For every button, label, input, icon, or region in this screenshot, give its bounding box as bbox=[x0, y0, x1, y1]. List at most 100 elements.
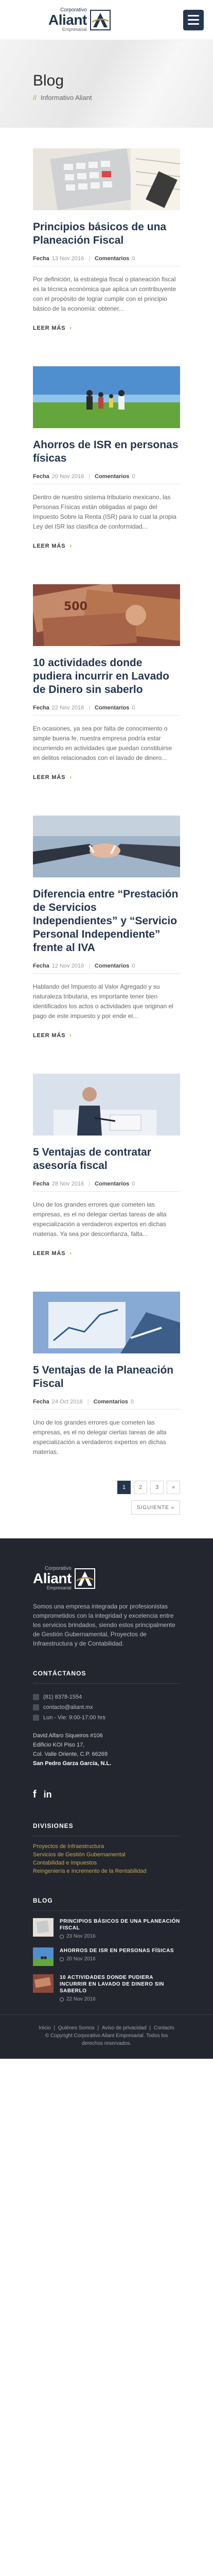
comments-label: Comentarios bbox=[95, 1181, 130, 1187]
post-title[interactable]: Ahorros de ISR en personas físicas bbox=[33, 438, 180, 465]
post-meta: Fecha 22 Nov 2016 | Comentarios 0 bbox=[33, 705, 180, 716]
recent-post[interactable]: AHORROS DE ISR EN PERSONAS FÍSICAS 20 No… bbox=[33, 1947, 180, 1966]
menu-bar-icon bbox=[188, 23, 199, 25]
blog-post: 500 10 actividades donde pudiera incurri… bbox=[33, 584, 180, 782]
footer-link-home[interactable]: Inicio bbox=[39, 2025, 50, 2031]
date-label: Fecha bbox=[33, 256, 49, 262]
division-link[interactable]: Contabilidad e Impuestos bbox=[33, 1859, 180, 1867]
post-meta: Fecha 13 Nov 2016 | Comentarios 0 bbox=[33, 256, 180, 266]
post-excerpt: Dentro de nuestro sistema tributario mex… bbox=[33, 494, 176, 530]
phone-icon bbox=[33, 1694, 39, 1700]
recent-post-title: 10 ACTIVIDADES DONDE PUDIERA INCURRIR EN… bbox=[60, 1975, 164, 1994]
menu-button[interactable] bbox=[183, 9, 204, 30]
post-title[interactable]: Principios básicos de una Planeación Fis… bbox=[33, 221, 180, 247]
logo-sub-text: Empresarial bbox=[62, 27, 87, 32]
linkedin-icon[interactable]: in bbox=[44, 1789, 52, 1800]
post-meta: Fecha 24 Oct 2016 | Comentarios 0 bbox=[33, 1399, 180, 1410]
date-label: Fecha bbox=[33, 963, 49, 969]
post-excerpt: Hablando del Impuesto al Valor Agregado … bbox=[33, 983, 173, 1020]
site-logo[interactable]: Corporativo Aliant Empresarial bbox=[48, 8, 111, 32]
read-more-link[interactable]: LEER MÁS › bbox=[33, 1032, 72, 1039]
recent-post-title: AHORROS DE ISR EN PERSONAS FÍSICAS bbox=[60, 1948, 174, 1954]
post-title[interactable]: 5 Ventajas de la Planeación Fiscal bbox=[33, 1364, 180, 1391]
post-date: 20 Nov 2016 bbox=[51, 473, 84, 480]
post-date: 22 Nov 2016 bbox=[51, 705, 84, 711]
post-image-banknotes[interactable]: 500 bbox=[33, 584, 180, 646]
post-meta: Fecha 12 Nov 2016 | Comentarios 0 bbox=[33, 963, 180, 974]
pagination: 1 2 3 » bbox=[0, 1481, 213, 1494]
footer-logo-mark-icon bbox=[74, 1568, 95, 1589]
comments-label: Comentarios bbox=[95, 963, 130, 969]
contact-phone[interactable]: (81) 8378-1554 bbox=[43, 1692, 82, 1702]
clock-icon bbox=[60, 1957, 64, 1961]
recent-post-date: 23 Nov 2016 bbox=[66, 1934, 96, 1939]
read-more-link[interactable]: LEER MÁS › bbox=[33, 543, 72, 549]
post-date: 12 Nov 2016 bbox=[51, 963, 84, 969]
post-date: 13 Nov 2016 bbox=[51, 256, 84, 262]
post-comments-count: 0 bbox=[132, 473, 135, 480]
divisions-list: Proyectos de Infraestructura Servicios d… bbox=[33, 1842, 180, 1875]
contact-heading: CONTÁCTANOS bbox=[33, 1670, 86, 1677]
post-image-family[interactable] bbox=[33, 366, 180, 428]
blog-post: Diferencia entre “Prestación de Servicio… bbox=[33, 816, 180, 1040]
next-page-button[interactable]: SIGUIENTE » bbox=[131, 1500, 180, 1515]
division-link[interactable]: Proyectos de Infraestructura bbox=[33, 1842, 180, 1851]
divisions-heading: DIVISIONES bbox=[33, 1822, 74, 1829]
footer-about: Somos una empresa integrada por profesio… bbox=[33, 1603, 175, 1647]
post-excerpt: Uno de los grandes errores que cometen l… bbox=[33, 1419, 167, 1455]
clock-icon bbox=[33, 1715, 39, 1721]
recent-post-thumbnail bbox=[33, 1974, 54, 1993]
post-title[interactable]: 5 Ventajas de contratar asesoría fiscal bbox=[33, 1146, 180, 1173]
contact-info: (81) 8378-1554 contacto@aliant.mx Lun - … bbox=[33, 1692, 180, 1723]
page-next-arrow-button[interactable]: » bbox=[167, 1481, 180, 1494]
read-more-link[interactable]: LEER MÁS › bbox=[33, 774, 72, 781]
contact-address: David Alfaro Siqueiros #106 Edificio KOI… bbox=[33, 1733, 112, 1767]
post-image-calculator[interactable] bbox=[33, 148, 180, 210]
comments-label: Comentarios bbox=[93, 1399, 128, 1405]
page-2-button[interactable]: 2 bbox=[134, 1481, 147, 1494]
post-date: 28 Nov 2016 bbox=[51, 1181, 84, 1187]
footer-link-about[interactable]: Quiénes Somos bbox=[58, 2025, 95, 2031]
post-image-advisor[interactable] bbox=[33, 1074, 180, 1136]
post-date: 24 Oct 2016 bbox=[51, 1399, 83, 1405]
post-comments-count: 0 bbox=[132, 1181, 135, 1187]
blog-post: 5 Ventajas de la Planeación Fiscal Fecha… bbox=[33, 1292, 180, 1457]
blog-post: Ahorros de ISR en personas físicas Fecha… bbox=[33, 366, 180, 550]
division-link[interactable]: Servicios de Gestión Gubernamental bbox=[33, 1851, 180, 1859]
clock-icon bbox=[60, 1997, 64, 2002]
contact-hours: Lun - Vie: 9:00-17:00 hrs bbox=[43, 1715, 105, 1721]
post-meta: Fecha 28 Nov 2016 | Comentarios 0 bbox=[33, 1181, 180, 1192]
footer-logo-brand-text: Aliant bbox=[33, 1570, 72, 1586]
recent-post[interactable]: 10 ACTIVIDADES DONDE PUDIERA INCURRIR EN… bbox=[33, 1974, 180, 2002]
post-comments-count: 0 bbox=[132, 256, 135, 262]
recent-post[interactable]: PRINCIPIOS BÁSICOS DE UNA PLANEACIÓN FIS… bbox=[33, 1918, 180, 1939]
read-more-link[interactable]: LEER MÁS › bbox=[33, 325, 72, 331]
facebook-icon[interactable]: f bbox=[33, 1789, 37, 1801]
recent-posts: PRINCIPIOS BÁSICOS DE UNA PLANEACIÓN FIS… bbox=[33, 1918, 180, 2002]
post-image-chart[interactable] bbox=[33, 1292, 180, 1353]
site-footer: Corporativo Aliant Empresarial Somos una… bbox=[0, 1538, 213, 2059]
page-3-button[interactable]: 3 bbox=[150, 1481, 164, 1494]
read-more-link[interactable]: LEER MÁS › bbox=[33, 1250, 72, 1257]
recent-post-thumbnail bbox=[33, 1947, 54, 1966]
logo-brand-text: Aliant bbox=[48, 12, 87, 28]
post-comments-count: 0 bbox=[130, 1399, 134, 1405]
post-title[interactable]: 10 actividades donde pudiera incurrir en… bbox=[33, 656, 180, 697]
footer-link-contact[interactable]: Contacto bbox=[154, 2025, 174, 2031]
recent-post-title: PRINCIPIOS BÁSICOS DE UNA PLANEACIÓN FIS… bbox=[60, 1919, 180, 1931]
divider bbox=[33, 1910, 180, 1911]
page-1-button[interactable]: 1 bbox=[117, 1481, 131, 1494]
post-comments-count: 0 bbox=[132, 705, 135, 711]
footer-link-privacy[interactable]: Aviso de privacidad bbox=[102, 2025, 147, 2031]
footer-logo[interactable]: Corporativo Aliant Empresarial bbox=[33, 1566, 180, 1590]
blog-post: 5 Ventajas de contratar asesoría fiscal … bbox=[33, 1074, 180, 1258]
arrow-right-icon: › bbox=[69, 1250, 72, 1257]
contact-email[interactable]: contacto@aliant.mx bbox=[43, 1702, 93, 1713]
post-excerpt: Uno de los grandes errores que cometen l… bbox=[33, 1201, 167, 1238]
menu-bar-icon bbox=[188, 19, 199, 21]
post-title[interactable]: Diferencia entre “Prestación de Servicio… bbox=[33, 888, 180, 955]
page-hero: Blog // Informativo Aliant bbox=[0, 40, 213, 128]
divider bbox=[33, 1683, 180, 1684]
post-image-handshake[interactable] bbox=[33, 816, 180, 877]
division-link[interactable]: Reingeniería e Incremento de la Rentabil… bbox=[33, 1867, 180, 1875]
